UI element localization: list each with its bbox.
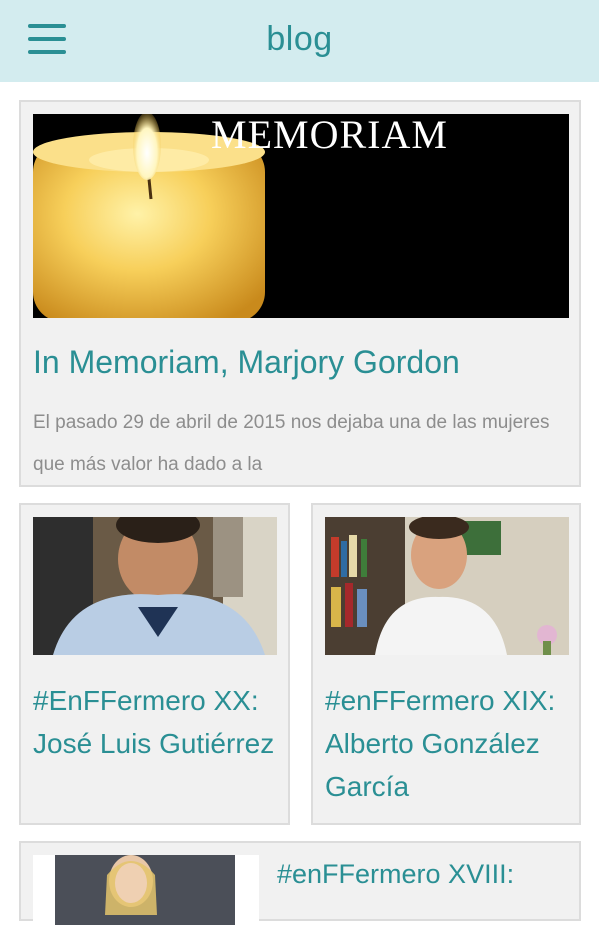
featured-post-card[interactable]: MEMORIAM In Memoriam, Marjory Gordon El … xyxy=(19,100,581,487)
post-title[interactable]: #enFFermero XVIII: xyxy=(277,857,577,891)
candle-image: MEMORIAM xyxy=(33,114,569,318)
post-title[interactable]: #EnFFermero XX: José Luis Gutiérrez xyxy=(33,679,283,765)
image-caption-memoriam: MEMORIAM xyxy=(211,114,448,157)
page-title: blog xyxy=(266,20,333,58)
post-title[interactable]: In Memoriam, Marjory Gordon xyxy=(33,342,573,382)
post-excerpt: El pasado 29 de abril de 2015 nos dejaba… xyxy=(33,412,550,475)
post-photo-man-smiling xyxy=(33,517,277,655)
post-photo-man-bookshelf xyxy=(325,517,569,655)
post-card[interactable]: #enFFermero XVIII: xyxy=(19,841,581,925)
post-card[interactable]: #EnFFermero XX: José Luis Gutiérrez xyxy=(19,503,290,825)
post-photo-woman xyxy=(33,855,259,925)
app-bar: blog xyxy=(0,0,599,82)
post-title[interactable]: #enFFermero XIX: Alberto González García xyxy=(325,679,575,808)
post-card[interactable]: #enFFermero XIX: Alberto González García xyxy=(311,503,581,825)
